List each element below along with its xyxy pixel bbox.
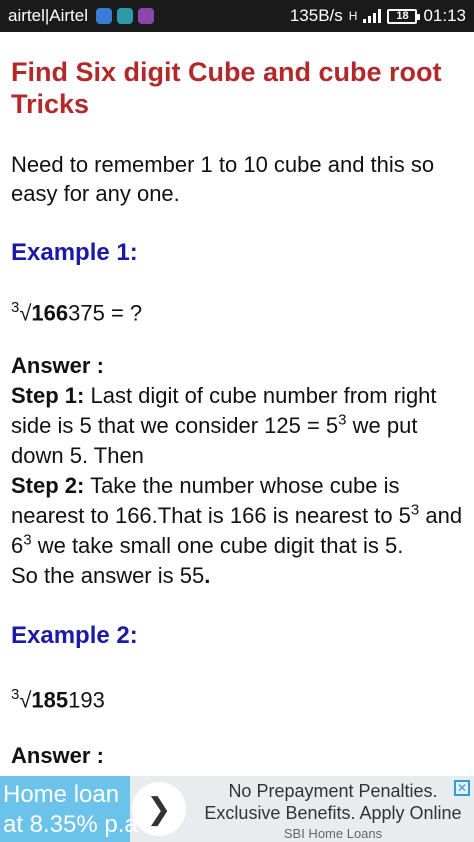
exponent: 3 [410,502,420,519]
close-icon[interactable]: ✕ [454,780,470,796]
step-1-label: Step 1: [11,383,85,409]
battery-icon: 18 [387,8,421,24]
ad-left-line-1: Home loan [3,781,120,808]
equation-rest: 375 = ? [68,300,143,326]
ad-headline-2: Exclusive Benefits. Apply Online [204,803,462,823]
step-2-text-end: we take small one cube digit that is 5. [31,533,404,559]
example-2-heading: Example 2: [11,622,138,650]
result-text: So the answer is 55 [11,563,205,589]
answer-label: Answer : [11,742,104,768]
example-1-answer: Answer : Step 1: Last digit of cube numb… [11,351,463,591]
radical-sign: √ [19,687,32,713]
answer-label: Answer : [11,353,104,379]
equation-rest: 193 [68,687,105,713]
exponent: 3 [338,412,347,429]
ad-image[interactable]: Home loan at 8.35% p.a [0,776,138,842]
example-2-equation: 3√185193 [11,681,463,714]
app-notification-icon [96,8,112,24]
step-2-label: Step 2: [11,473,85,499]
equation-bold-part: 166 [31,300,69,326]
article-content: Find Six digit Cube and cube root Tricks… [0,32,474,776]
result-period: . [204,563,211,589]
ad-sponsor: SBI Home Loans [283,826,383,841]
ad-headline-1: No Prepayment Penalties. [228,781,438,801]
example-1-equation: 3√166375 = ? [11,294,463,327]
status-bar: airtel|Airtel 135B/s H 18 01:13 [0,0,474,32]
intro-text: Need to remember 1 to 10 cube and this s… [11,152,435,206]
example-1-heading: Example 1: [11,239,138,266]
network-type-icon: H [348,9,358,23]
example-2-answer: Answer : [11,741,463,771]
exponent: 3 [23,532,32,549]
app-notification-icon [117,8,133,24]
signal-strength-icon [363,9,382,23]
gallery-notification-icon [138,8,154,24]
ad-left-line-2: at 8.35% p.a [3,811,138,838]
chevron-right-icon[interactable]: ❯ [132,782,186,836]
clock: 01:13 [423,6,466,25]
equation-bold-part: 185 [31,687,69,713]
network-speed: 135B/s [289,6,343,25]
carrier-name: airtel|Airtel [8,6,88,25]
page-title: Find Six digit Cube and cube root Tricks [11,57,442,119]
radical-sign: √ [19,300,32,326]
ad-banner[interactable]: Home loan at 8.35% p.a ❯ No Prepayment P… [0,776,474,842]
